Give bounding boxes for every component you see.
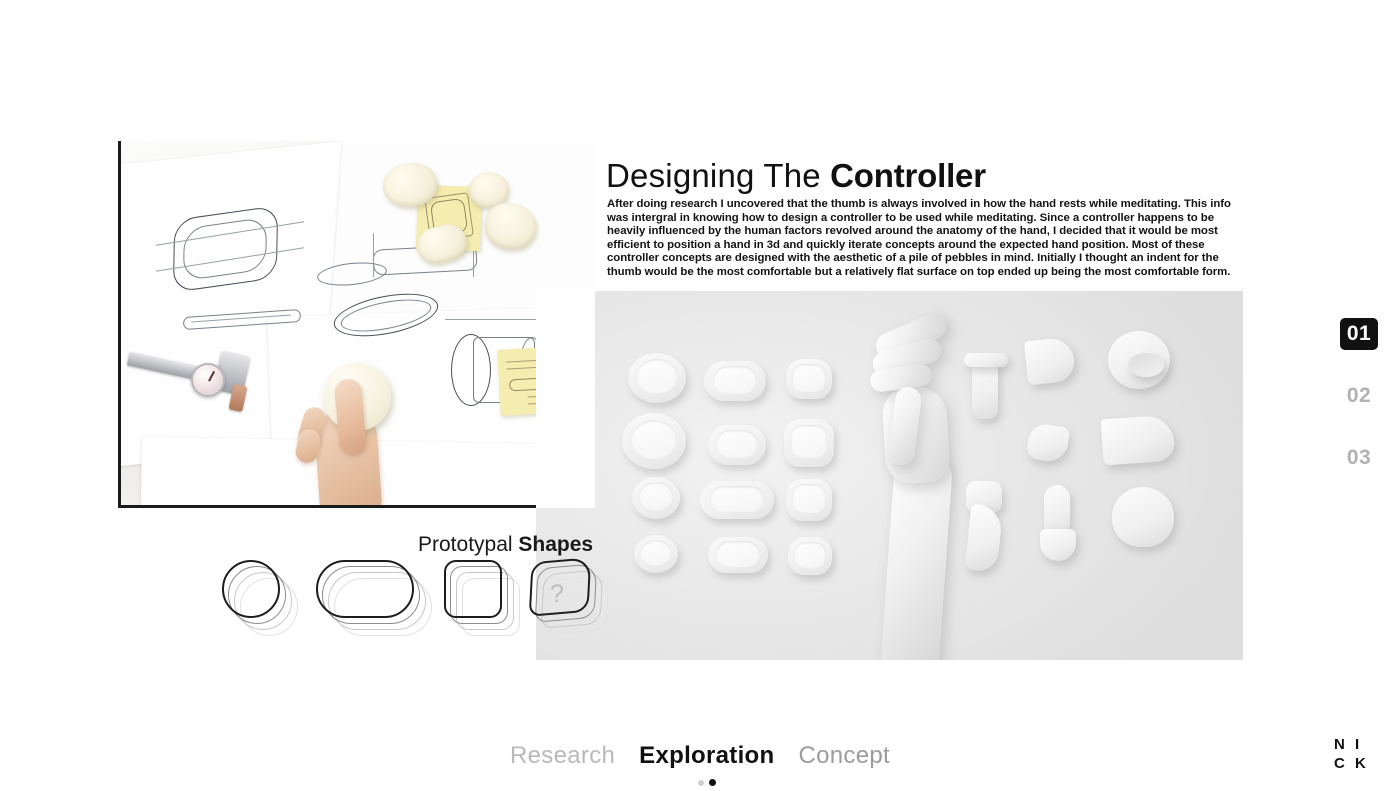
- pagination-item-01[interactable]: 01: [1340, 318, 1378, 350]
- concept-pad: [634, 535, 678, 573]
- question-mark-label: ?: [550, 580, 564, 608]
- nav-progress-dots: [697, 779, 716, 786]
- nav-dot-2[interactable]: [708, 779, 716, 786]
- nav-dot-1[interactable]: [697, 779, 704, 786]
- prototypal-shapes-row: ?: [218, 557, 610, 648]
- nav-item-exploration-label: Exploration: [639, 742, 775, 769]
- nav-item-research[interactable]: Research: [510, 742, 615, 776]
- concept-pad: [788, 537, 832, 575]
- nav-item-concept[interactable]: Concept: [798, 742, 890, 776]
- prototypal-title-light: Prototypal: [418, 533, 513, 556]
- form-study: [1025, 422, 1071, 464]
- concept-pad: [708, 537, 768, 573]
- nav-item-exploration[interactable]: Exploration: [639, 742, 775, 786]
- page-title: Designing The Controller: [606, 157, 986, 195]
- photo-background: [121, 141, 596, 505]
- brand-line-2: C K: [1334, 755, 1369, 772]
- prototypal-title-bold: Shapes: [518, 533, 594, 556]
- concept-pad: [700, 481, 774, 519]
- section-nav: Research Exploration Concept: [0, 742, 1400, 786]
- portfolio-slide: Designing The Controller After doing res…: [0, 0, 1400, 791]
- concept-pad: [632, 477, 680, 519]
- slide-pagination: 01 02 03: [1340, 318, 1382, 504]
- form-study: [1040, 529, 1076, 561]
- caliper-dial: [191, 363, 225, 397]
- concept-pad: [622, 413, 686, 469]
- concept-pad: [786, 359, 832, 399]
- prototypal-shapes-title: Prototypal Shapes: [418, 533, 593, 557]
- body-paragraph: After doing research I uncovered that th…: [607, 198, 1231, 278]
- form-study-inner: [1128, 353, 1164, 377]
- caliper-needle: [208, 370, 215, 382]
- concept-pad: [628, 353, 686, 403]
- page-title-light: Designing The: [606, 157, 821, 194]
- pagination-item-02[interactable]: 02: [1340, 380, 1378, 412]
- render-canvas: [536, 291, 1243, 660]
- form-study: [1023, 336, 1077, 386]
- form-study: [964, 503, 1004, 573]
- concept-render-image: [536, 291, 1243, 660]
- concept-pad: [704, 361, 766, 401]
- sketch-photo: [118, 141, 596, 508]
- concept-pad: [784, 419, 834, 467]
- render-overlap-notch: [536, 291, 595, 508]
- pagination-item-03[interactable]: 03: [1340, 442, 1378, 474]
- concept-pad: [708, 425, 766, 465]
- brand-line-1: N I: [1334, 736, 1363, 753]
- page-title-bold: Controller: [830, 157, 986, 194]
- form-study: [1100, 414, 1176, 466]
- form-study: [1112, 487, 1174, 547]
- concept-pad: [786, 479, 832, 521]
- brand-logo[interactable]: N I C K: [1334, 735, 1378, 773]
- form-study: [964, 353, 1008, 367]
